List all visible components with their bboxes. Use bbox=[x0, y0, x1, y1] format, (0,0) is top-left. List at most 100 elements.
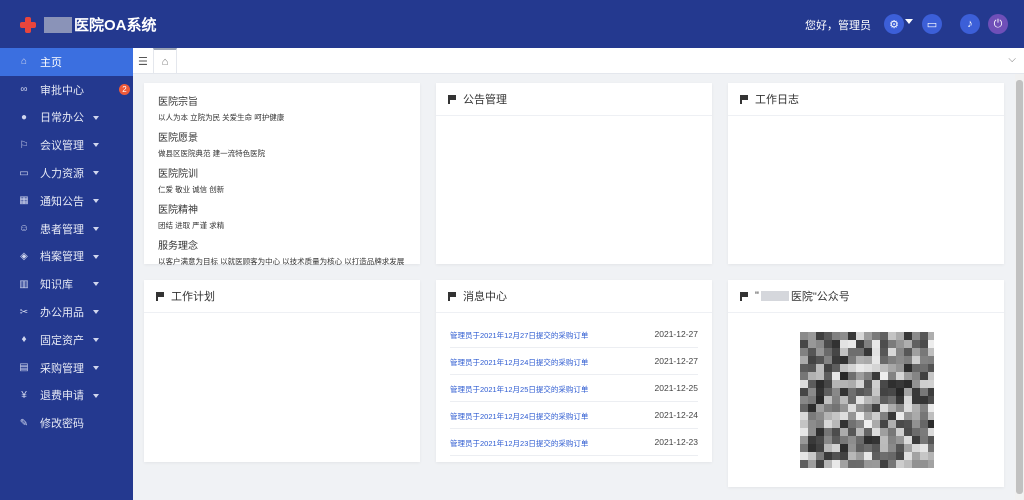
message-link[interactable]: 管理员于2021年12月24日提交的采购订单 bbox=[450, 411, 588, 422]
qr-pixel bbox=[928, 452, 934, 460]
card-title-suffix: 医院"公众号 bbox=[790, 291, 850, 303]
qr-pixel bbox=[848, 428, 856, 436]
qr-pixel bbox=[912, 396, 920, 404]
card-title: 工作日志 bbox=[755, 94, 799, 106]
messages-card: 消息中心 管理员于2021年12月27日提交的采购订单 2021-12-27 管理员… bbox=[436, 280, 712, 462]
mission-card: 医院宗旨 以人为本 立院为民 关爱生命 呵护健康 医院愿景 做县区医院典范 建一流特色… bbox=[144, 83, 420, 266]
message-date: 2021-12-25 bbox=[654, 383, 698, 393]
qr-pixel bbox=[896, 436, 904, 444]
qr-pixel bbox=[872, 452, 880, 460]
qr-pixel bbox=[904, 436, 912, 444]
qr-pixel bbox=[800, 436, 808, 444]
message-date: 2021-12-23 bbox=[654, 437, 698, 447]
qr-pixel bbox=[808, 372, 816, 380]
qr-pixel bbox=[872, 428, 880, 436]
qr-pixel bbox=[816, 436, 824, 444]
qr-pixel bbox=[840, 452, 848, 460]
scroll-thumb[interactable] bbox=[1016, 80, 1023, 494]
qr-pixel bbox=[816, 428, 824, 436]
qr-pixel bbox=[856, 404, 864, 412]
sidebar-item-0[interactable]: ⌂ 主页 bbox=[0, 48, 133, 76]
message-link[interactable]: 管理员于2021年12月23日提交的采购订单 bbox=[450, 438, 588, 449]
qr-pixel bbox=[824, 460, 832, 468]
qr-pixel bbox=[808, 332, 816, 340]
qr-pixel bbox=[840, 332, 848, 340]
sidebar-item-7[interactable]: ◈ 档案管理 bbox=[0, 243, 133, 271]
qr-pixel bbox=[912, 404, 920, 412]
sidebar-item-6[interactable]: ☺ 患者管理 bbox=[0, 215, 133, 243]
flag-icon bbox=[448, 291, 457, 301]
card-title: 公告管理 bbox=[463, 94, 507, 106]
qr-pixel bbox=[904, 460, 912, 468]
sidebar-item-3[interactable]: ⚐ 会议管理 bbox=[0, 131, 133, 159]
message-row[interactable]: 管理员于2021年12月25日提交的采购订单 2021-12-25 bbox=[450, 375, 698, 402]
hospital-cross-icon bbox=[20, 16, 36, 33]
message-link[interactable]: 管理员于2021年12月27日提交的采购订单 bbox=[450, 330, 588, 341]
sidebar-item-12[interactable]: ¥ 退费申请 bbox=[0, 382, 133, 410]
message-row[interactable]: 管理员于2021年12月23日提交的采购订单 2021-12-23 bbox=[450, 429, 698, 456]
qr-pixel bbox=[800, 420, 808, 428]
sidebar-item-label: 办公用品 bbox=[40, 307, 84, 320]
sidebar-item-13[interactable]: ✎ 修改密码 bbox=[0, 409, 133, 437]
message-link[interactable]: 管理员于2021年12月25日提交的采购订单 bbox=[450, 384, 588, 395]
qr-pixel bbox=[880, 372, 888, 380]
qr-pixel bbox=[888, 460, 896, 468]
power-icon[interactable]: ⏻ bbox=[988, 14, 1008, 34]
qr-pixel bbox=[872, 372, 880, 380]
settings-icon[interactable]: ⚙ bbox=[884, 14, 904, 34]
qr-pixel bbox=[920, 444, 928, 452]
chevron-down-icon bbox=[93, 365, 99, 370]
menu-fold-icon[interactable]: ☰ bbox=[138, 55, 148, 68]
qr-code bbox=[800, 332, 934, 468]
tab-bar: ☰ ⌂ ⌵ bbox=[133, 48, 1024, 74]
message-link[interactable]: 管理员于2021年12月24日提交的采购订单 bbox=[450, 357, 588, 368]
sidebar-item-5[interactable]: ▦ 通知公告 bbox=[0, 187, 133, 215]
qr-pixel bbox=[832, 332, 840, 340]
chevron-down-icon[interactable] bbox=[905, 19, 913, 24]
qr-pixel bbox=[880, 348, 888, 356]
sidebar-item-10[interactable]: ♦ 固定资产 bbox=[0, 326, 133, 354]
qr-pixel bbox=[800, 364, 808, 372]
qr-pixel bbox=[904, 404, 912, 412]
qr-pixel bbox=[864, 436, 872, 444]
qr-pixel bbox=[856, 460, 864, 468]
qr-pixel bbox=[848, 460, 856, 468]
sidebar-item-8[interactable]: ▥ 知识库 bbox=[0, 270, 133, 298]
qr-pixel bbox=[912, 452, 920, 460]
sidebar-item-label: 采购管理 bbox=[40, 362, 84, 375]
qr-pixel bbox=[880, 332, 888, 340]
app-logo[interactable]: 医院OA系统 bbox=[20, 14, 157, 35]
home-icon: ⌂ bbox=[161, 56, 169, 68]
qr-pixel bbox=[872, 332, 880, 340]
qr-pixel bbox=[928, 364, 934, 372]
sidebar-item-2[interactable]: ● 日常办公 bbox=[0, 104, 133, 132]
qr-pixel bbox=[864, 388, 872, 396]
sidebar-item-11[interactable]: ▤ 采购管理 bbox=[0, 354, 133, 382]
qr-pixel bbox=[840, 348, 848, 356]
sidebar-item-1[interactable]: ∞ 审批中心 2 bbox=[0, 76, 133, 104]
qr-pixel bbox=[832, 364, 840, 372]
chevron-down-icon[interactable]: ⌵ bbox=[1008, 54, 1016, 65]
qr-pixel bbox=[816, 340, 824, 348]
message-row[interactable]: 管理员于2021年12月24日提交的采购订单 2021-12-24 bbox=[450, 402, 698, 429]
user-greeting[interactable]: 您好，管理员 bbox=[805, 17, 871, 33]
message-row[interactable]: 管理员于2021年12月27日提交的采购订单 2021-12-27 bbox=[450, 321, 698, 348]
qr-pixel bbox=[904, 380, 912, 388]
qr-pixel bbox=[888, 380, 896, 388]
qr-pixel bbox=[920, 372, 928, 380]
qr-pixel bbox=[912, 348, 920, 356]
bell-icon[interactable]: ♪ bbox=[960, 14, 980, 34]
scrollbar[interactable] bbox=[1015, 74, 1024, 500]
qr-pixel bbox=[896, 404, 904, 412]
qr-pixel bbox=[840, 460, 848, 468]
workplan-card: 工作计划 bbox=[144, 280, 420, 462]
message-icon[interactable]: ▭ bbox=[922, 14, 942, 34]
qr-pixel bbox=[896, 412, 904, 420]
message-row[interactable]: 管理员于2021年12月24日提交的采购订单 2021-12-27 bbox=[450, 348, 698, 375]
qr-pixel bbox=[904, 364, 912, 372]
sidebar-item-9[interactable]: ✂ 办公用品 bbox=[0, 298, 133, 326]
qr-pixel bbox=[808, 436, 816, 444]
qr-pixel bbox=[848, 372, 856, 380]
tab-home[interactable]: ⌂ bbox=[153, 48, 177, 74]
sidebar-item-4[interactable]: ▭ 人力资源 bbox=[0, 159, 133, 187]
